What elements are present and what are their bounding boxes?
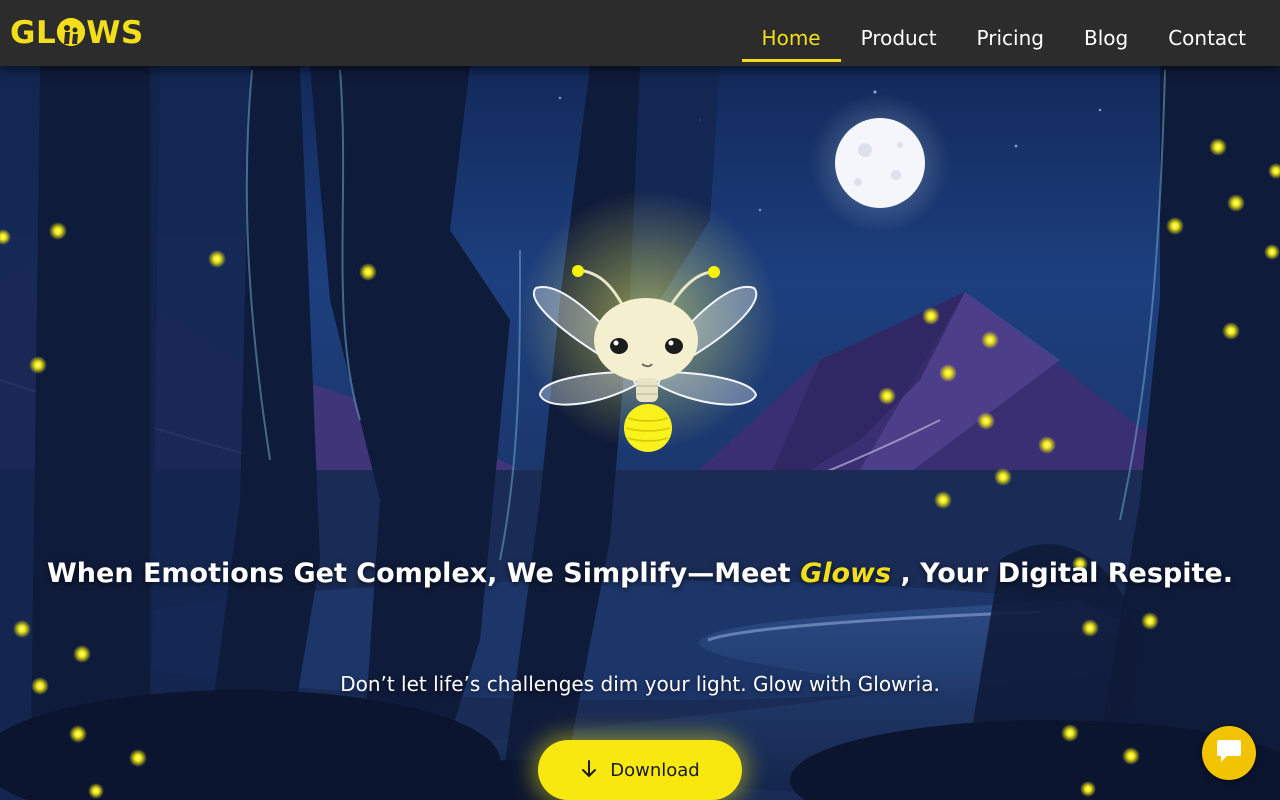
chat-button[interactable] [1202,726,1256,780]
hero-subline: Don’t let life’s challenges dim your lig… [340,672,940,696]
arrow-down-icon [580,759,598,782]
top-navbar: GL WS Home Product Pricing Blog Contact [0,0,1280,66]
nav-link-pricing[interactable]: Pricing [957,5,1064,61]
nav-link-product[interactable]: Product [841,5,957,61]
nav-link-blog[interactable]: Blog [1064,5,1148,61]
glows-logo[interactable]: GL WS [10,14,144,52]
nav-links: Home Product Pricing Blog Contact [741,0,1266,66]
hero-section: When Emotions Get Complex, We Simplify—M… [0,0,1280,800]
nav-link-home[interactable]: Home [741,5,841,62]
headline-brand: Glows [800,558,892,589]
firefly-mascot [518,190,778,452]
chat-bubble-icon [1215,738,1243,768]
download-button[interactable]: Download [538,740,742,800]
headline-prefix: When Emotions Get Complex, We Simplify—M… [47,558,791,589]
hero-headline: When Emotions Get Complex, We Simplify—M… [0,558,1280,589]
logo-text-right: WS [86,15,144,51]
nav-link-contact[interactable]: Contact [1148,5,1266,61]
logo-text-left: GL [10,15,57,51]
download-label: Download [610,759,700,781]
logo-o-mark-icon [57,18,86,46]
headline-suffix: , Your Digital Respite. [900,558,1233,589]
